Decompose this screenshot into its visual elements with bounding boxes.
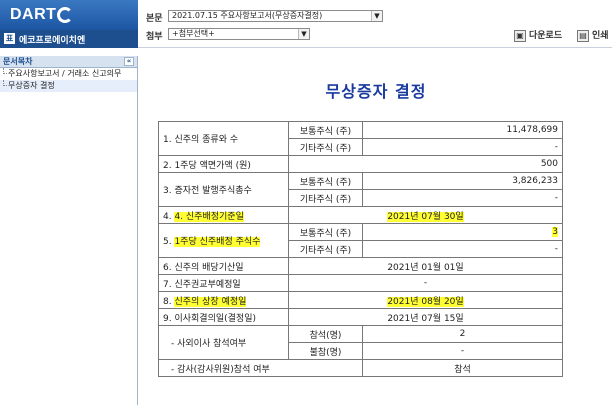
company-bar: 표 에코프로에이치엔 xyxy=(0,30,138,48)
row-sublabel: 불참(명) xyxy=(288,342,363,360)
row-sublabel: 보통주식 (주) xyxy=(288,121,363,139)
save-icon: ▣ xyxy=(514,29,526,42)
row-label: 8. 신주의 상장 예정일 xyxy=(158,291,289,309)
row-value: 2 xyxy=(362,325,563,343)
row-value: 2021년 01월 01일 xyxy=(288,257,563,275)
logo-swoosh-icon xyxy=(57,7,73,23)
row-value: 3 xyxy=(362,223,563,241)
highlighted-value: 2021년 08월 20일 xyxy=(387,296,464,307)
main-doc-select[interactable]: 2021.07.15 주요사항보고서(무상증자결정) ▼ xyxy=(168,10,383,22)
row-value: 참석 xyxy=(362,359,563,377)
row-value: 500 xyxy=(288,155,563,173)
table-row: - 감사(감사위원)참석 여부 참석 xyxy=(158,359,612,377)
sidebar-item-label: 주요사항보고서 / 거래소 신고의무 xyxy=(8,69,122,78)
document-viewer: 무상증자 결정 1. 신주의 종류와 수 보통주식 (주) 11,478,699… xyxy=(140,56,612,405)
sidebar-item-label: 무상증자 결정 xyxy=(8,81,55,90)
printer-icon: ▤ xyxy=(577,29,589,42)
download-label: 다운로드 xyxy=(529,31,563,41)
main-doc-label: 본문 xyxy=(146,14,163,24)
row-label: 1. 신주의 종류와 수 xyxy=(158,121,289,156)
top-bar: DART 표 에코프로에이치엔 본문 2021.07.15 주요사항보고서(무상… xyxy=(0,0,612,48)
row-sublabel: 기타주식 (주) xyxy=(288,189,363,207)
row-sublabel: 참석(명) xyxy=(288,325,363,343)
company-icon: 표 xyxy=(4,33,15,44)
company-name: 에코프로에이치엔 xyxy=(19,36,86,46)
row-label: - 사외이사 참석여부 xyxy=(158,325,289,360)
table-row: 1. 신주의 종류와 수 보통주식 (주) 11,478,699 xyxy=(158,121,612,156)
attach-select[interactable]: +첨부선택+ ▼ xyxy=(168,28,310,40)
highlighted-value: 3 xyxy=(552,227,558,237)
report-table: 1. 신주의 종류와 수 보통주식 (주) 11,478,699 기타주식 (주… xyxy=(158,121,612,377)
print-button[interactable]: ▤ 인쇄 xyxy=(577,29,609,44)
row-sublabel: 기타주식 (주) xyxy=(288,240,363,258)
row-label: 6. 신주의 배당기산일 xyxy=(158,257,289,275)
table-row: 6. 신주의 배당기산일 2021년 01월 01일 xyxy=(158,257,612,275)
print-label: 인쇄 xyxy=(592,31,609,41)
tree-line xyxy=(3,68,7,74)
row-value: 2021년 08월 20일 xyxy=(288,291,563,309)
row-label: 2. 1주당 액면가액 (원) xyxy=(158,155,289,173)
row-label: 3. 증자전 발행주식총수 xyxy=(158,172,289,207)
row-value: 11,478,699 xyxy=(362,121,563,139)
row-value: - xyxy=(362,240,563,258)
table-row: 9. 이사회결의일(결정일) 2021년 07월 15일 xyxy=(158,308,612,326)
row-value: - xyxy=(288,274,563,292)
logo-text: DART xyxy=(10,6,57,23)
table-row: 7. 신주권교부예정일 - xyxy=(158,274,612,292)
row-label: 7. 신주권교부예정일 xyxy=(158,274,289,292)
tree-line xyxy=(3,80,7,86)
row-label: 9. 이사회결의일(결정일) xyxy=(158,308,289,326)
row-number: 8. xyxy=(163,296,175,307)
sidebar-item-report[interactable]: 주요사항보고서 / 거래소 신고의무 xyxy=(0,68,137,80)
row-value: 2021년 07월 30일 xyxy=(288,206,563,224)
row-sublabel: 보통주식 (주) xyxy=(288,223,363,241)
table-row: 3. 증자전 발행주식총수 보통주식 (주) 3,826,233 xyxy=(158,172,612,207)
chevron-down-icon: ▼ xyxy=(298,29,309,39)
page-title: 무상증자 결정 xyxy=(325,82,427,101)
collapse-icon[interactable]: « xyxy=(124,57,134,66)
table-row: 5. 1주당 신주배정 주식수 보통주식 (주) 3 xyxy=(158,223,612,258)
attach-label: 첨부 xyxy=(146,32,163,42)
sidebar-title: 문서목차 xyxy=(3,57,33,66)
row-value: - xyxy=(362,342,563,360)
row-label: 4. 4. 신주배정기준일 xyxy=(158,206,289,224)
row-value: 3,826,233 xyxy=(362,172,563,190)
row-value: 2021년 07월 15일 xyxy=(288,308,563,326)
row-label: 5. 1주당 신주배정 주식수 xyxy=(158,223,289,258)
dart-logo[interactable]: DART xyxy=(0,0,138,30)
row-sublabel: 기타주식 (주) xyxy=(288,138,363,156)
table-row: 8. 신주의 상장 예정일 2021년 08월 20일 xyxy=(158,291,612,309)
main-doc-select-value: 2021.07.15 주요사항보고서(무상증자결정) xyxy=(172,11,323,20)
highlighted-label: 4. 신주배정기준일 xyxy=(174,211,244,222)
row-number: 5. xyxy=(163,237,175,247)
chevron-down-icon: ▼ xyxy=(371,11,382,21)
sidebar-header: 문서목차 « xyxy=(0,56,137,68)
sidebar: 문서목차 « 주요사항보고서 / 거래소 신고의무 무상증자 결정 xyxy=(0,56,138,405)
attach-select-value: +첨부선택+ xyxy=(172,29,215,38)
highlighted-label: 1주당 신주배정 주식수 xyxy=(174,237,261,247)
row-value: - xyxy=(362,189,563,207)
row-value: - xyxy=(362,138,563,156)
highlighted-label: 신주의 상장 예정일 xyxy=(174,296,247,307)
row-sublabel: 보통주식 (주) xyxy=(288,172,363,190)
download-button[interactable]: ▣ 다운로드 xyxy=(514,29,562,44)
sidebar-item-bonus-issue[interactable]: 무상증자 결정 xyxy=(0,80,137,92)
table-row: 4. 4. 신주배정기준일 2021년 07월 30일 xyxy=(158,206,612,224)
table-row: - 사외이사 참석여부 참석(명) 2 xyxy=(158,325,612,360)
row-label: - 감사(감사위원)참석 여부 xyxy=(158,359,363,377)
highlighted-value: 2021년 07월 30일 xyxy=(387,211,464,222)
table-row: 2. 1주당 액면가액 (원) 500 xyxy=(158,155,612,173)
